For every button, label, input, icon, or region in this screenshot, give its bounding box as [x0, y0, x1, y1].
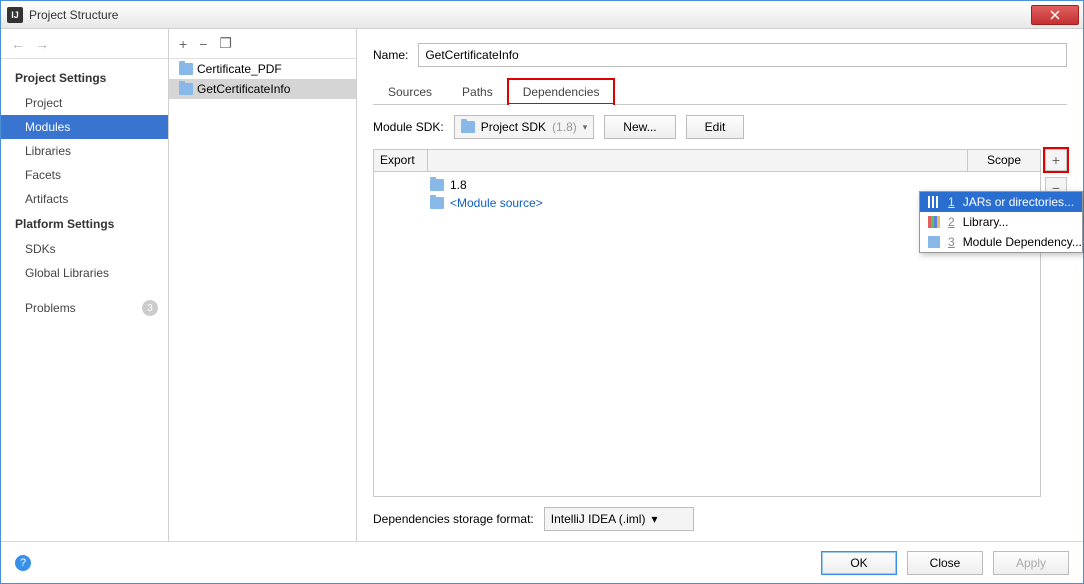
- sidebar: ← → Project Settings Project Modules Lib…: [1, 29, 169, 541]
- popup-label: JARs or directories...: [963, 195, 1074, 209]
- dependency-label: 1.8: [450, 178, 467, 192]
- popup-label: Library...: [963, 215, 1009, 229]
- sidebar-list: Project Settings Project Modules Librari…: [1, 59, 168, 541]
- sidebar-heading-project-settings: Project Settings: [1, 65, 168, 91]
- sdk-icon: [461, 121, 475, 133]
- module-name-input[interactable]: [418, 43, 1067, 67]
- tab-dependencies[interactable]: Dependencies: [508, 79, 615, 104]
- module-sdk-select[interactable]: Project SDK (1.8) ▾: [454, 115, 595, 139]
- storage-row: Dependencies storage format: IntelliJ ID…: [373, 497, 1067, 541]
- problems-count-badge: 3: [142, 300, 158, 316]
- storage-value: IntelliJ IDEA (.iml): [551, 512, 646, 526]
- module-tree: Certificate_PDF GetCertificateInfo: [169, 59, 356, 541]
- sidebar-item-problems[interactable]: Problems 3: [1, 295, 168, 321]
- ok-button[interactable]: OK: [821, 551, 897, 575]
- tab-sources[interactable]: Sources: [373, 79, 447, 104]
- help-button[interactable]: ?: [15, 555, 31, 571]
- sdk-value: Project SDK: [481, 120, 546, 134]
- tab-paths[interactable]: Paths: [447, 79, 508, 104]
- close-icon: [1050, 10, 1060, 20]
- sidebar-item-label: Problems: [25, 301, 76, 315]
- storage-format-select[interactable]: IntelliJ IDEA (.iml) ▾: [544, 507, 694, 531]
- popup-shortcut: 3: [948, 235, 955, 249]
- sidebar-item-modules[interactable]: Modules: [1, 115, 168, 139]
- close-button[interactable]: Close: [907, 551, 983, 575]
- sdk-folder-icon: [430, 179, 444, 191]
- chevron-down-icon: ▾: [651, 512, 657, 526]
- storage-label: Dependencies storage format:: [373, 512, 534, 526]
- sidebar-item-artifacts[interactable]: Artifacts: [1, 187, 168, 211]
- popup-item-library[interactable]: 2 Library...: [920, 212, 1082, 232]
- module-tree-panel: + − ❐ Certificate_PDF GetCertificateInfo: [169, 29, 357, 541]
- window-title: Project Structure: [29, 8, 1031, 22]
- library-icon: [928, 216, 940, 228]
- tree-item-label: Certificate_PDF: [197, 62, 282, 76]
- app-icon: IJ: [7, 7, 23, 23]
- popup-label: Module Dependency...: [963, 235, 1082, 249]
- column-name: [428, 150, 968, 171]
- project-structure-window: IJ Project Structure ← → Project Setting…: [0, 0, 1084, 584]
- sidebar-item-project[interactable]: Project: [1, 91, 168, 115]
- edit-sdk-button[interactable]: Edit: [686, 115, 745, 139]
- column-export: Export: [374, 150, 428, 171]
- module-icon: [179, 83, 193, 95]
- tree-toolbar: + − ❐: [169, 29, 356, 59]
- add-module-icon[interactable]: +: [179, 36, 187, 52]
- tree-item-label: GetCertificateInfo: [197, 82, 290, 96]
- popup-item-module-dependency[interactable]: 3 Module Dependency...: [920, 232, 1082, 252]
- new-sdk-button[interactable]: New...: [604, 115, 675, 139]
- sdk-label: Module SDK:: [373, 120, 444, 134]
- dialog-body: ← → Project Settings Project Modules Lib…: [1, 29, 1083, 541]
- add-dependency-button[interactable]: +: [1045, 149, 1067, 171]
- nav-back-icon[interactable]: ←: [11, 36, 25, 52]
- sidebar-item-facets[interactable]: Facets: [1, 163, 168, 187]
- sidebar-heading-platform-settings: Platform Settings: [1, 211, 168, 237]
- sdk-row: Module SDK: Project SDK (1.8) ▾ New... E…: [373, 115, 1067, 139]
- sidebar-item-libraries[interactable]: Libraries: [1, 139, 168, 163]
- module-dep-icon: [928, 236, 940, 248]
- titlebar: IJ Project Structure: [1, 1, 1083, 29]
- popup-item-jars[interactable]: 1 JARs or directories...: [920, 192, 1082, 212]
- sidebar-item-sdks[interactable]: SDKs: [1, 237, 168, 261]
- remove-module-icon[interactable]: −: [199, 36, 207, 52]
- sidebar-nav: ← →: [1, 29, 168, 59]
- tree-item[interactable]: GetCertificateInfo: [169, 79, 356, 99]
- dependency-label: <Module source>: [450, 196, 543, 210]
- column-scope: Scope: [968, 150, 1040, 171]
- close-window-button[interactable]: [1031, 5, 1079, 25]
- apply-button: Apply: [993, 551, 1069, 575]
- module-icon: [179, 63, 193, 75]
- copy-module-icon[interactable]: ❐: [219, 35, 232, 52]
- popup-shortcut: 1: [948, 195, 955, 209]
- chevron-down-icon: ▾: [583, 122, 588, 133]
- name-label: Name:: [373, 48, 408, 62]
- jar-icon: [928, 196, 940, 208]
- tabs: Sources Paths Dependencies: [373, 79, 1067, 105]
- name-row: Name:: [373, 43, 1067, 67]
- tree-item[interactable]: Certificate_PDF: [169, 59, 356, 79]
- main-panel: Name: Sources Paths Dependencies Module …: [357, 29, 1083, 541]
- popup-shortcut: 2: [948, 215, 955, 229]
- sdk-version: (1.8): [552, 120, 577, 134]
- source-folder-icon: [430, 197, 444, 209]
- add-dependency-popup: 1 JARs or directories... 2 Library... 3 …: [919, 191, 1083, 253]
- sidebar-item-global-libraries[interactable]: Global Libraries: [1, 261, 168, 285]
- dependencies-header: Export Scope: [374, 150, 1040, 172]
- nav-forward-icon[interactable]: →: [35, 36, 49, 52]
- dialog-footer: ? OK Close Apply: [1, 541, 1083, 583]
